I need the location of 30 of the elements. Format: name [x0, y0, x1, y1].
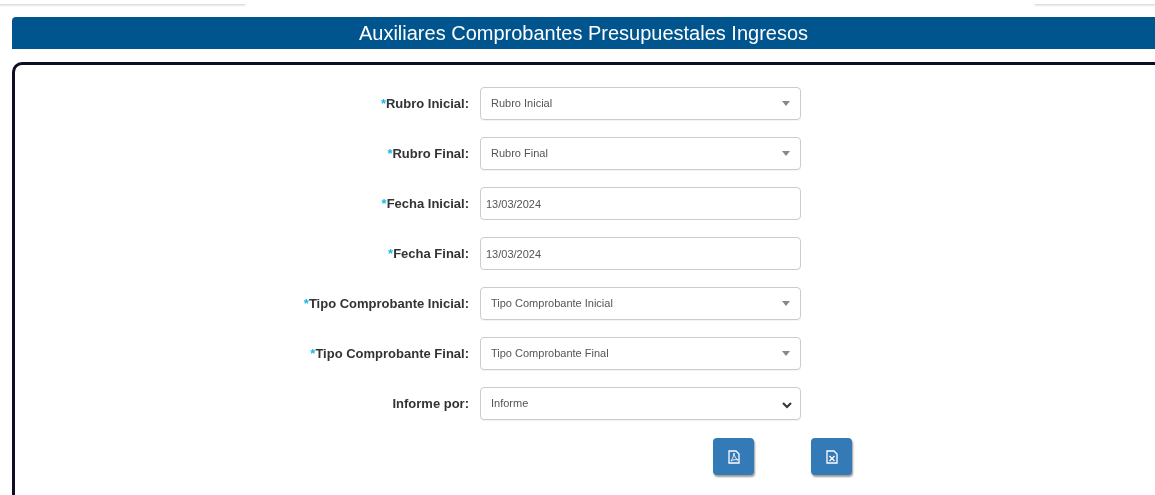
select-field[interactable]: Rubro Inicial — [480, 87, 801, 120]
required-mark: * — [310, 344, 316, 363]
pdf-export-button[interactable] — [713, 438, 754, 475]
required-mark: * — [388, 244, 394, 263]
required-mark: * — [380, 94, 386, 113]
field-label: Informe por: — [392, 394, 469, 413]
required-mark: * — [303, 294, 309, 313]
date-field[interactable]: 13/03/2024 — [480, 237, 801, 270]
caret-icon — [782, 151, 790, 156]
field-label: Fecha Inicial: — [386, 194, 469, 213]
field-label: Rubro Final: — [392, 144, 469, 163]
title-bar: Auxiliares Comprobantes Presupuestales Ingresos — [12, 17, 1155, 49]
field-label: Rubro Inicial: — [385, 94, 469, 113]
field-label: Fecha Final: — [393, 244, 469, 263]
caret-icon — [782, 101, 790, 106]
field-label: Tipo Comprobante Final: — [315, 344, 469, 363]
field-label: Tipo Comprobante Inicial: — [308, 294, 469, 313]
caret-icon — [782, 351, 790, 356]
pdf-file-icon — [727, 449, 740, 464]
dropdown-field[interactable]: Informe — [480, 387, 801, 420]
select-field[interactable]: Rubro Final — [480, 137, 801, 170]
required-mark: * — [387, 144, 393, 163]
select-field[interactable]: Tipo Comprobante Inicial — [480, 287, 801, 320]
chevron-down-icon — [782, 402, 792, 409]
required-mark: * — [381, 194, 387, 213]
excel-export-button[interactable] — [811, 438, 852, 475]
excel-file-icon — [825, 449, 838, 464]
date-field[interactable]: 13/03/2024 — [480, 187, 801, 220]
select-field[interactable]: Tipo Comprobante Final — [480, 337, 801, 370]
caret-icon — [782, 301, 790, 306]
